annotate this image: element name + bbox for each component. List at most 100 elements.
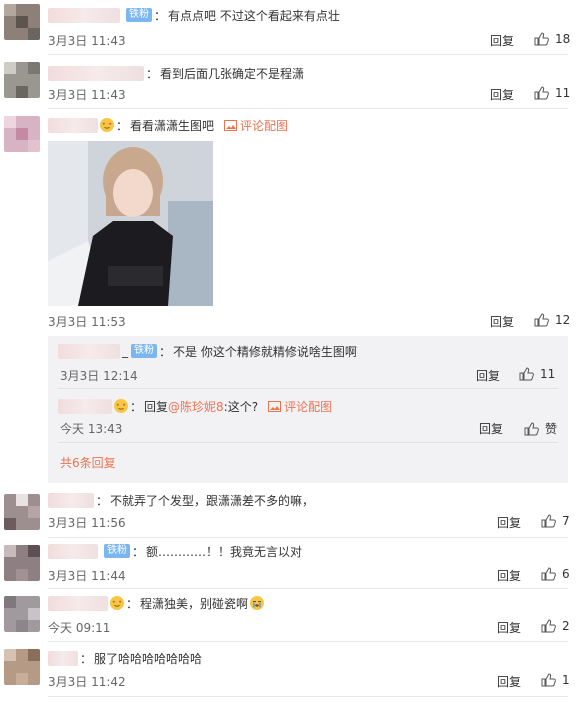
colon: ： bbox=[126, 596, 139, 611]
divider bbox=[48, 696, 568, 697]
thumb-up-icon bbox=[541, 514, 556, 528]
divider bbox=[48, 588, 568, 589]
avatar[interactable] bbox=[4, 494, 40, 530]
like-count: 1 bbox=[562, 673, 570, 687]
timestamp: 3月3日 12:14 bbox=[60, 369, 138, 383]
comment-text: 看看潇潇生图吧 bbox=[130, 118, 215, 133]
colon: ： bbox=[146, 66, 159, 81]
avatar[interactable] bbox=[4, 649, 40, 685]
like-count: 6 bbox=[562, 567, 570, 581]
reply-prefix: 回复 bbox=[144, 399, 169, 414]
username[interactable] bbox=[48, 543, 98, 559]
comment-text: 额…………！！我竟无言以对 bbox=[146, 544, 303, 559]
reply-button[interactable]: 回复 bbox=[479, 420, 503, 437]
like-button[interactable]: 7 bbox=[541, 514, 570, 528]
colon: ： bbox=[159, 344, 172, 359]
username[interactable] bbox=[48, 7, 120, 23]
avatar[interactable] bbox=[4, 596, 40, 632]
timestamp: 3月3日 11:56 bbox=[48, 516, 126, 530]
divider bbox=[48, 108, 568, 109]
timestamp: 3月3日 11:42 bbox=[48, 675, 126, 689]
reply-button[interactable]: 回复 bbox=[490, 313, 514, 330]
thumb-up-icon bbox=[534, 313, 549, 327]
avatar[interactable] bbox=[4, 545, 40, 581]
username[interactable] bbox=[58, 398, 112, 414]
username[interactable] bbox=[58, 343, 120, 359]
more-replies-link[interactable]: 共6条回复 bbox=[60, 454, 116, 471]
colon: ： bbox=[80, 651, 93, 666]
timestamp: 今天 13:43 bbox=[60, 422, 123, 436]
iron-fan-badge: 铁粉 bbox=[126, 8, 152, 22]
thumb-up-icon bbox=[541, 619, 556, 633]
username[interactable] bbox=[48, 492, 94, 508]
colon: ： bbox=[130, 399, 143, 414]
thumb-up-icon bbox=[534, 32, 549, 46]
like-button[interactable]: 18 bbox=[534, 32, 570, 46]
comment-image-link[interactable]: 评论配图 bbox=[224, 117, 288, 134]
username[interactable] bbox=[48, 117, 98, 133]
like-button[interactable]: 6 bbox=[541, 567, 570, 581]
reply-button[interactable]: 回复 bbox=[497, 567, 521, 584]
like-button[interactable]: 11 bbox=[534, 86, 570, 100]
comment-image-label: 评论配图 bbox=[284, 399, 333, 414]
reply-button[interactable]: 回复 bbox=[490, 86, 514, 103]
colon: ： bbox=[116, 118, 129, 133]
like-button[interactable]: 12 bbox=[534, 313, 570, 327]
comment-image-link[interactable]: 评论配图 bbox=[268, 398, 332, 415]
image-icon bbox=[268, 400, 282, 412]
reply-button[interactable]: 回复 bbox=[490, 32, 514, 49]
heart-eyes-emoji bbox=[114, 399, 128, 413]
colon: ： bbox=[132, 544, 145, 559]
thumb-up-icon bbox=[541, 673, 556, 687]
reply-button[interactable]: 回复 bbox=[497, 514, 521, 531]
avatar[interactable] bbox=[4, 116, 40, 152]
mention-link[interactable]: @陈珍妮8 bbox=[168, 398, 224, 415]
thumb-up-icon bbox=[541, 567, 556, 581]
comment-text: 程潇独美，别碰瓷啊 bbox=[140, 596, 249, 611]
heart-eyes-emoji bbox=[110, 596, 124, 610]
comment-text: 有点点吧 不过这个看起来有点壮 bbox=[168, 8, 340, 23]
username[interactable] bbox=[48, 650, 78, 666]
divider bbox=[48, 537, 568, 538]
like-label: 赞 bbox=[545, 422, 558, 436]
avatar[interactable] bbox=[4, 62, 40, 98]
comment-photo[interactable] bbox=[48, 141, 213, 306]
divider bbox=[48, 54, 568, 55]
timestamp: 3月3日 11:44 bbox=[48, 569, 126, 583]
comment-text: 服了哈哈哈哈哈哈哈 bbox=[94, 651, 203, 666]
like-button[interactable]: 2 bbox=[541, 619, 570, 633]
like-button[interactable]: 11 bbox=[519, 367, 555, 381]
reply-button[interactable]: 回复 bbox=[476, 367, 500, 384]
timestamp: 3月3日 11:43 bbox=[48, 88, 126, 102]
divider bbox=[58, 388, 558, 389]
sub-replies: _ 铁粉 ： 不是 你这个精修就精修说啥生图啊 3月3日 12:14 回复 11… bbox=[48, 336, 568, 483]
like-button[interactable]: 1 bbox=[541, 673, 570, 687]
username[interactable] bbox=[48, 595, 108, 611]
colon: ： bbox=[96, 493, 109, 508]
username[interactable] bbox=[48, 65, 144, 81]
colon: ： bbox=[154, 8, 167, 23]
iron-fan-badge: 铁粉 bbox=[131, 344, 157, 358]
like-count: 11 bbox=[555, 86, 571, 100]
thumb-up-icon bbox=[534, 86, 549, 100]
reply-button[interactable]: 回复 bbox=[497, 673, 521, 690]
reply-button[interactable]: 回复 bbox=[497, 619, 521, 636]
reply-text: 不是 你这个精修就精修说啥生图啊 bbox=[173, 344, 357, 359]
image-icon bbox=[224, 119, 238, 131]
crying-emoji bbox=[250, 596, 265, 610]
like-count: 7 bbox=[562, 514, 570, 528]
like-count: 18 bbox=[555, 32, 571, 46]
reply-text: :这个? bbox=[223, 399, 259, 414]
thumb-up-icon bbox=[524, 421, 539, 435]
thumb-up-icon bbox=[519, 367, 534, 381]
iron-fan-badge: 铁粉 bbox=[104, 544, 130, 558]
comment-image-label: 评论配图 bbox=[240, 118, 289, 133]
comment-text: 不就弄了个发型，跟潇潇差不多的嘛， bbox=[110, 493, 315, 508]
comment-text: 看到后面几张确定不是程潇 bbox=[160, 66, 305, 81]
like-count: 12 bbox=[555, 313, 571, 327]
like-button[interactable]: 赞 bbox=[524, 420, 557, 437]
timestamp: 今天 09:11 bbox=[48, 621, 111, 635]
divider bbox=[48, 641, 568, 642]
like-count: 2 bbox=[562, 619, 570, 633]
avatar[interactable] bbox=[4, 4, 40, 40]
